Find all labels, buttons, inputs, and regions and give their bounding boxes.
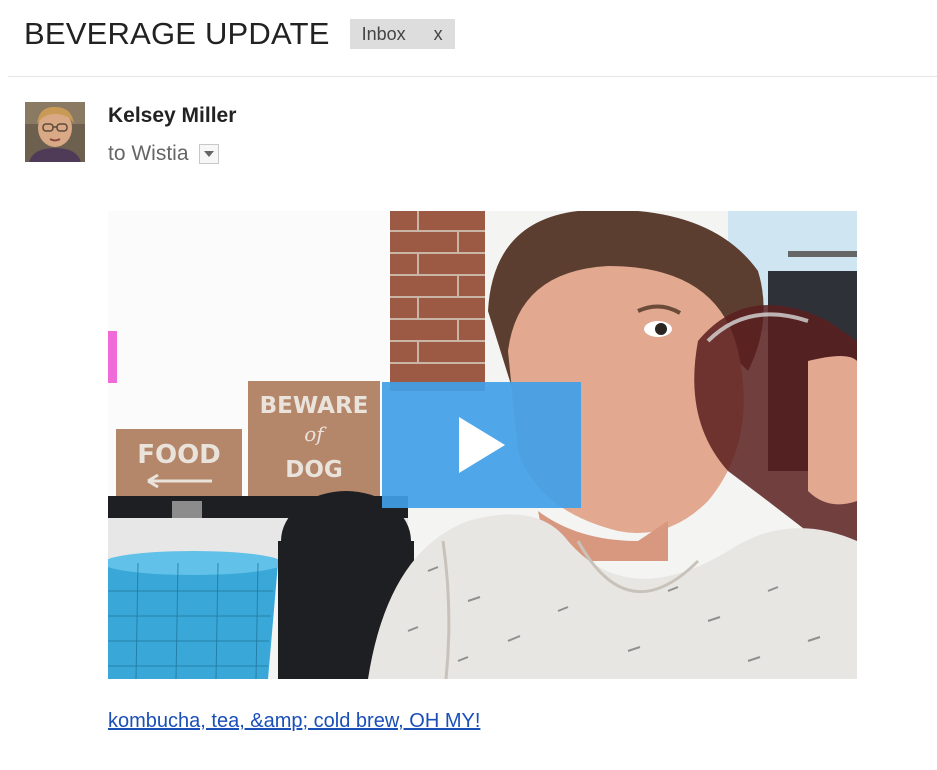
dog-sign-text: DOG: [285, 457, 343, 483]
sender-avatar[interactable]: [25, 102, 85, 162]
recipient-row: to Wistia: [108, 142, 219, 166]
inbox-label-chip[interactable]: Inbox x: [349, 19, 455, 49]
chevron-down-icon: [203, 151, 214, 157]
profile-photo-icon: [25, 102, 85, 162]
beware-sign-text: BEWARE: [260, 393, 369, 419]
email-subject: BEVERAGE UPDATE: [24, 16, 330, 51]
header-divider: [8, 76, 937, 77]
play-button[interactable]: [382, 382, 581, 508]
show-details-button[interactable]: [198, 144, 219, 164]
food-sign-text: FOOD: [137, 440, 221, 470]
play-icon: [458, 417, 505, 473]
video-thumbnail[interactable]: FOOD BEWARE of DOG: [108, 211, 857, 679]
remove-label-button[interactable]: x: [434, 24, 443, 45]
inbox-label-text: Inbox: [361, 23, 406, 44]
recipient-text: to Wistia: [108, 142, 189, 165]
video-title-link[interactable]: kombucha, tea, &amp; cold brew, OH MY!: [108, 710, 480, 733]
subject-header: BEVERAGE UPDATE Inbox x: [24, 14, 455, 54]
sender-name: Kelsey Miller: [108, 104, 237, 127]
